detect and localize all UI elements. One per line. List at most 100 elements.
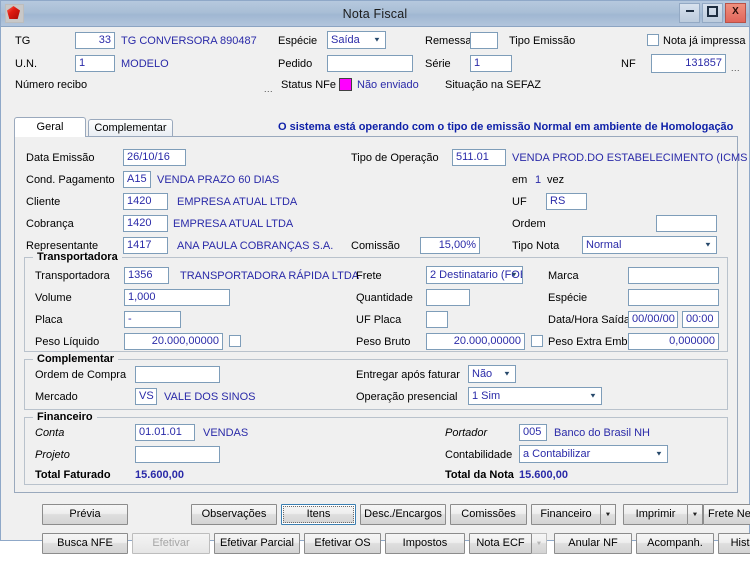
nf-input[interactable]: 131857 [651, 54, 726, 73]
nota-ecf-button-label: Nota ECF [476, 537, 525, 549]
cliente-input[interactable]: 1420 [123, 193, 168, 210]
uf-placa-label: UF Placa [356, 314, 402, 326]
transportadora-input[interactable]: 1356 [124, 267, 169, 284]
efetivar-os-button-label: Efetivar OS [314, 537, 371, 549]
contabilidade-select[interactable]: a Contabilizar [519, 445, 668, 463]
busca-nfe-button-label: Busca NFE [57, 537, 113, 549]
acompanh-button[interactable]: Acompanh. [636, 533, 714, 554]
financeiro-dropdown-button[interactable] [601, 504, 616, 525]
close-button[interactable]: X [725, 3, 746, 23]
peso-bruto-label: Peso Bruto [356, 336, 411, 348]
nota-ecf-dropdown-button[interactable] [532, 533, 547, 554]
marca-input[interactable] [628, 267, 719, 284]
action-button-bar: Prévia Observações Itens Desc./Encargos … [9, 499, 750, 561]
efetivar-parcial-button-label: Efetivar Parcial [220, 537, 294, 549]
remessa-input[interactable] [470, 32, 498, 49]
uf-input[interactable]: RS [546, 193, 587, 210]
portador-input[interactable]: 005 [519, 424, 547, 441]
maximize-button[interactable] [702, 3, 723, 23]
un-description: MODELO [121, 58, 169, 70]
projeto-input[interactable] [135, 446, 220, 463]
transp-especie-input[interactable] [628, 289, 719, 306]
numero-recibo-ellipsis-button[interactable]: ... [264, 85, 273, 94]
historico-button[interactable]: Histórico [718, 533, 750, 554]
volume-input[interactable]: 1,000 [124, 289, 230, 306]
peso-liquido-input[interactable]: 20.000,00000 [124, 333, 223, 350]
busca-nfe-button[interactable]: Busca NFE [42, 533, 128, 554]
conta-input[interactable]: 01.01.01 [135, 424, 195, 441]
tipo-operacao-label: Tipo de Operação [351, 152, 439, 164]
ordem-input[interactable] [656, 215, 717, 232]
operacao-presencial-select[interactable]: 1 Sim [468, 387, 602, 405]
comissao-input[interactable]: 15,00% [420, 237, 480, 254]
tipo-operacao-description: VENDA PROD.DO ESTABELECIMENTO (ICMS 17%) [512, 152, 750, 164]
tg-description: TG CONVERSORA 890487 [121, 35, 257, 47]
nota-ecf-button[interactable]: Nota ECF [469, 533, 532, 554]
comissoes-button-label: Comissões [461, 508, 516, 520]
header-fields: TG 33 TG CONVERSORA 890487 Espécie Saída… [1, 27, 749, 94]
pedido-input[interactable] [327, 55, 413, 72]
tipo-emissao-label: Tipo Emissão [509, 35, 576, 47]
portador-label: Portador [445, 427, 488, 439]
cond-pagamento-input[interactable]: A15 [123, 171, 151, 188]
efetivar-button[interactable]: Efetivar [132, 533, 210, 554]
tab-complementar[interactable]: Complementar [88, 119, 173, 137]
entregar-apos-faturar-select[interactable]: Não [468, 365, 516, 383]
quantidade-input[interactable] [426, 289, 470, 306]
mercado-description: VALE DOS SINOS [164, 391, 256, 403]
peso-bruto-checkbox[interactable] [531, 335, 543, 347]
ordem-compra-input[interactable] [135, 366, 220, 383]
client-area: TG 33 TG CONVERSORA 890487 Espécie Saída… [1, 27, 750, 554]
nota-fiscal-window: Nota Fiscal X TG 33 TG CONVERSORA 890487… [0, 0, 750, 554]
placa-input[interactable]: - [124, 311, 181, 328]
title-bar[interactable]: Nota Fiscal X [1, 1, 749, 27]
desc-encargos-button[interactable]: Desc./Encargos [360, 504, 446, 525]
un-input[interactable]: 1 [75, 55, 115, 72]
comissoes-button[interactable]: Comissões [450, 504, 527, 525]
peso-liquido-checkbox[interactable] [229, 335, 241, 347]
data-emissao-input[interactable]: 26/10/16 [123, 149, 186, 166]
hora-saida-input[interactable]: 00:00 [682, 311, 719, 328]
especie-select[interactable]: Saída [327, 31, 386, 49]
cond-pagamento-description: VENDA PRAZO 60 DIAS [157, 174, 280, 186]
data-saida-input[interactable]: 00/00/00 [628, 311, 678, 328]
cobranca-description: EMPRESA ATUAL LTDA [173, 218, 294, 230]
frete-neg-button[interactable]: Frete Neg. [703, 504, 750, 525]
previa-button[interactable]: Prévia [42, 504, 128, 525]
conta-label: Conta [35, 427, 65, 439]
impostos-button[interactable]: Impostos [385, 533, 465, 554]
situacao-sefaz-label: Situação na SEFAZ [445, 79, 541, 91]
conta-description: VENDAS [203, 427, 249, 439]
imprimir-button[interactable]: Imprimir [623, 504, 688, 525]
nota-ja-impressa-checkbox[interactable] [647, 34, 659, 46]
peso-extra-input[interactable]: 0,000000 [628, 333, 719, 350]
anular-nf-button[interactable]: Anular NF [554, 533, 632, 554]
uf-placa-input[interactable] [426, 311, 448, 328]
window-title: Nota Fiscal [342, 6, 408, 21]
tab-geral[interactable]: Geral [14, 117, 86, 137]
tab-complementar-label: Complementar [94, 122, 167, 134]
tg-input[interactable]: 33 [75, 32, 115, 49]
minimize-button[interactable] [679, 3, 700, 23]
efetivar-os-button[interactable]: Efetivar OS [304, 533, 381, 554]
cobranca-input[interactable]: 1420 [123, 215, 168, 232]
imprimir-dropdown-button[interactable] [688, 504, 703, 525]
serie-input[interactable]: 1 [470, 55, 512, 72]
contabilidade-label: Contabilidade [445, 449, 513, 461]
itens-button[interactable]: Itens [281, 504, 356, 525]
transportadora-group: Transportadora Transportadora 1356 TRANS… [24, 251, 728, 352]
peso-bruto-input[interactable]: 20.000,00000 [426, 333, 525, 350]
frete-select[interactable]: 2 Destinatario (FOB) [426, 266, 523, 284]
efetivar-parcial-button[interactable]: Efetivar Parcial [214, 533, 300, 554]
tipo-operacao-input[interactable]: 511.01 [452, 149, 506, 166]
historico-button-label: Histórico [730, 537, 750, 549]
remessa-label: Remessa [425, 35, 472, 47]
mercado-input[interactable]: VS [135, 388, 157, 405]
representante-input[interactable]: 1417 [123, 237, 168, 254]
tipo-nota-select[interactable]: Normal [582, 236, 717, 254]
financeiro-group-title: Financeiro [33, 411, 97, 423]
observacoes-button[interactable]: Observações [191, 504, 277, 525]
financeiro-button[interactable]: Financeiro [531, 504, 601, 525]
nf-ellipsis-button[interactable]: ... [731, 64, 740, 73]
comissao-label: Comissão [351, 240, 400, 252]
